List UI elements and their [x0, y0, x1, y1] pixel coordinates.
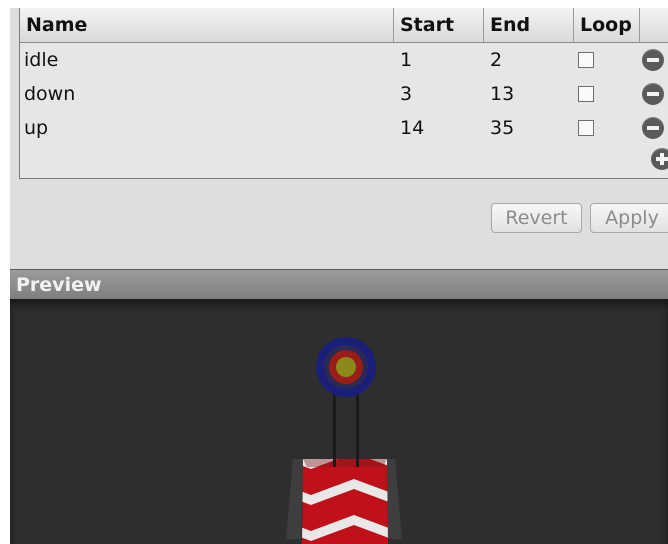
header-end[interactable]: End — [484, 8, 574, 42]
clip-start[interactable]: 14 — [396, 111, 476, 145]
clip-end[interactable]: 35 — [486, 111, 566, 145]
header-name[interactable]: Name — [20, 8, 394, 42]
table-header: Name Start End Loop — [20, 8, 668, 43]
clip-end[interactable]: 13 — [486, 77, 566, 111]
clip-name[interactable]: idle — [20, 43, 390, 77]
preview-viewport[interactable] — [10, 299, 668, 544]
clip-start[interactable]: 1 — [396, 43, 476, 77]
clip-name[interactable]: up — [20, 111, 390, 145]
table-row[interactable]: down 3 13 — [20, 77, 668, 111]
minus-circle-icon[interactable] — [642, 117, 664, 139]
table-row[interactable]: up 14 35 — [20, 111, 668, 145]
clip-start[interactable]: 3 — [396, 77, 476, 111]
minus-circle-icon[interactable] — [642, 49, 664, 71]
plus-circle-icon[interactable] — [651, 148, 668, 170]
revert-button[interactable]: Revert — [491, 203, 582, 233]
table-row[interactable]: idle 1 2 — [20, 43, 668, 77]
clip-end[interactable]: 2 — [486, 43, 566, 77]
apply-button[interactable]: Apply — [590, 203, 668, 233]
clip-table: Name Start End Loop idle 1 2 down 3 13 u… — [19, 8, 668, 179]
loop-checkbox[interactable] — [578, 52, 594, 68]
header-start[interactable]: Start — [394, 8, 484, 42]
minus-circle-icon[interactable] — [642, 83, 664, 105]
preview-header: Preview — [10, 269, 668, 299]
clip-name[interactable]: down — [20, 77, 390, 111]
loop-checkbox[interactable] — [578, 86, 594, 102]
loop-checkbox[interactable] — [578, 120, 594, 136]
header-loop[interactable]: Loop — [574, 8, 640, 42]
target-model-render — [286, 337, 402, 544]
inspector-panel: Name Start End Loop idle 1 2 down 3 13 u… — [10, 8, 668, 544]
